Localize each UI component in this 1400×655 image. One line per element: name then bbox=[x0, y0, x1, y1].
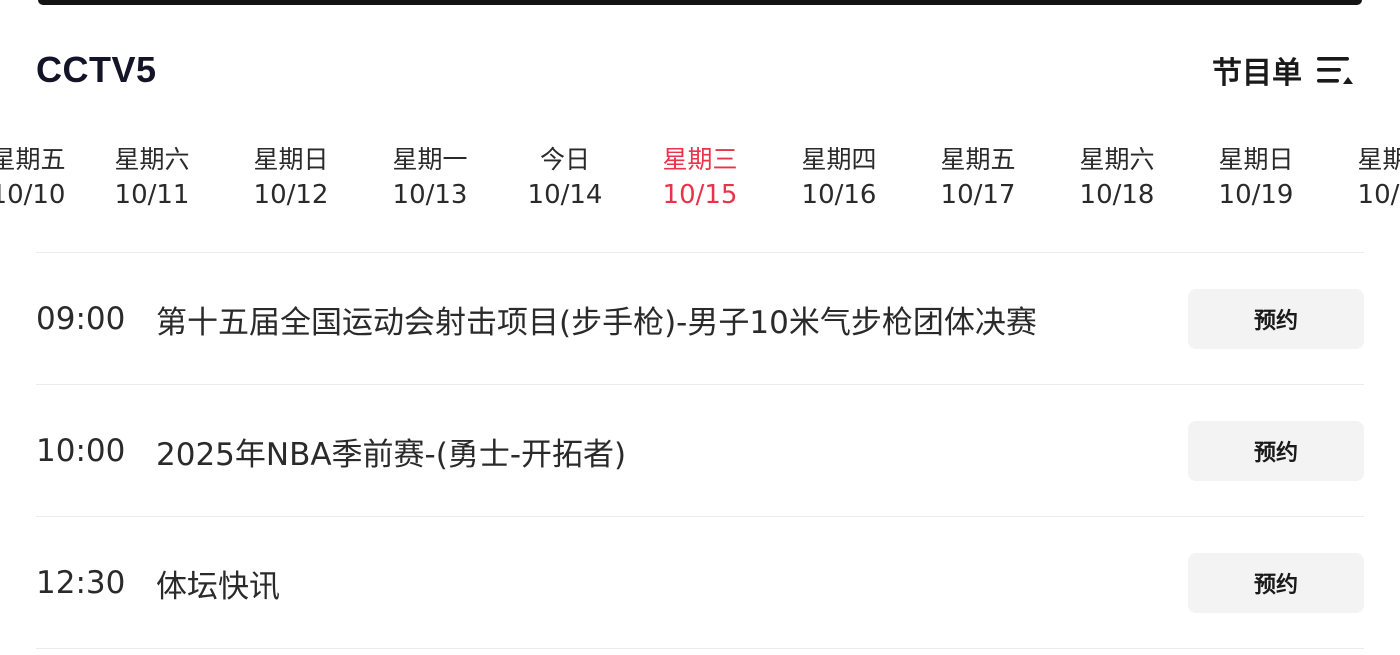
divider bbox=[36, 648, 1364, 649]
schedule-toggle-button[interactable]: 节目单 bbox=[1212, 48, 1354, 92]
date-tab-weekday: 星期四 bbox=[801, 145, 877, 174]
date-tab-weekday: 星期日 bbox=[253, 145, 329, 174]
date-tab[interactable]: 星期六 10/18 bbox=[1067, 142, 1167, 212]
date-tab-selected[interactable]: 星期三 10/15 bbox=[650, 142, 750, 212]
date-tab-weekday: 星期日 bbox=[1218, 145, 1294, 174]
program-row: 09:00 第十五届全国运动会射击项目(步手枪)-男子10米气步枪团体决赛 预约 bbox=[36, 288, 1364, 350]
date-tab[interactable]: 星期一 10/20 bbox=[1345, 142, 1400, 212]
program-title[interactable]: 体坛快讯 bbox=[156, 561, 1188, 606]
channel-header: CCTV5 节目单 bbox=[36, 44, 1354, 96]
date-tab-weekday: 星期五 bbox=[0, 145, 66, 174]
date-tab-weekday: 星期六 bbox=[114, 145, 190, 174]
date-tab-date: 10/20 bbox=[1357, 180, 1400, 210]
program-row: 10:00 2025年NBA季前赛-(勇士-开拓者) 预约 bbox=[36, 420, 1364, 482]
date-tab-weekday: 星期一 bbox=[1357, 145, 1400, 174]
date-tab[interactable]: 星期五 10/17 bbox=[928, 142, 1028, 212]
divider bbox=[36, 516, 1364, 517]
date-tab-weekday: 星期五 bbox=[940, 145, 1016, 174]
top-media-strip bbox=[38, 0, 1362, 5]
date-tab-today[interactable]: 今日 10/14 bbox=[515, 142, 615, 212]
date-tab-date: 10/13 bbox=[392, 180, 468, 210]
date-tab-date: 10/17 bbox=[940, 180, 1016, 210]
channel-title: CCTV5 bbox=[36, 49, 157, 90]
program-title[interactable]: 第十五届全国运动会射击项目(步手枪)-男子10米气步枪团体决赛 bbox=[156, 297, 1188, 342]
date-tab[interactable]: 星期日 10/19 bbox=[1206, 142, 1306, 212]
date-tab[interactable]: 星期六 10/11 bbox=[102, 142, 202, 212]
date-tab[interactable]: 星期一 10/13 bbox=[380, 142, 480, 212]
date-tab-weekday: 星期三 bbox=[662, 145, 738, 174]
reserve-button[interactable]: 预约 bbox=[1188, 421, 1364, 481]
date-tab-weekday: 星期六 bbox=[1079, 145, 1155, 174]
date-tab[interactable]: 星期五 10/10 bbox=[0, 142, 78, 212]
date-tab-date: 10/15 bbox=[662, 180, 738, 210]
program-title[interactable]: 2025年NBA季前赛-(勇士-开拓者) bbox=[156, 429, 1188, 474]
date-tab-weekday: 星期一 bbox=[392, 145, 468, 174]
date-tab-date: 10/16 bbox=[801, 180, 877, 210]
date-tab-date: 10/12 bbox=[253, 180, 329, 210]
date-tab-date: 10/19 bbox=[1218, 180, 1294, 210]
date-tab-weekday: 今日 bbox=[539, 145, 590, 174]
date-tab[interactable]: 星期四 10/16 bbox=[789, 142, 889, 212]
program-row: 12:30 体坛快讯 预约 bbox=[36, 552, 1364, 614]
program-time: 09:00 bbox=[36, 301, 126, 337]
divider bbox=[36, 252, 1364, 253]
program-time: 12:30 bbox=[36, 565, 126, 601]
schedule-label: 节目单 bbox=[1212, 56, 1302, 91]
program-time: 10:00 bbox=[36, 433, 126, 469]
reserve-button[interactable]: 预约 bbox=[1188, 289, 1364, 349]
reserve-button[interactable]: 预约 bbox=[1188, 553, 1364, 613]
date-tab[interactable]: 星期日 10/12 bbox=[241, 142, 341, 212]
date-tab-date: 10/11 bbox=[114, 180, 190, 210]
date-tab-date: 10/14 bbox=[527, 180, 603, 210]
divider bbox=[36, 384, 1364, 385]
date-tab-date: 10/18 bbox=[1079, 180, 1155, 210]
list-filter-icon bbox=[1317, 57, 1353, 84]
date-tab-date: 10/10 bbox=[0, 180, 66, 210]
date-selector: 星期五 10/10 星期六 10/11 星期日 10/12 星期一 10/13 … bbox=[0, 142, 1400, 218]
